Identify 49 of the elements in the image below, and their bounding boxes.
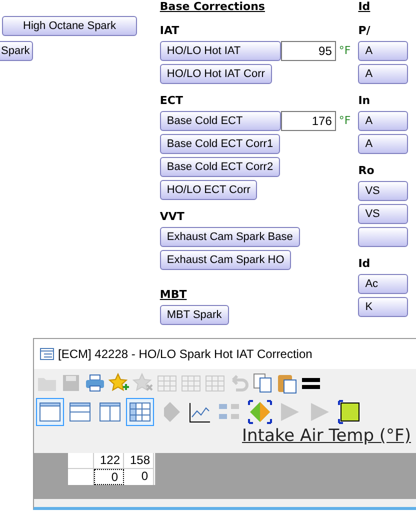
table-button[interactable]: MBT Spark xyxy=(160,305,229,325)
field-label-button[interactable]: Base Cold ECT xyxy=(160,111,281,131)
table-button[interactable]: A xyxy=(358,111,408,131)
group-heading: MBT xyxy=(160,288,188,302)
window-title: [ECM] 42228 - HO/LO Spark Hot IAT Correction xyxy=(58,346,312,363)
table-button[interactable]: Ac xyxy=(358,274,408,294)
section-heading: Id xyxy=(358,0,372,14)
value-field[interactable]: 176 xyxy=(280,111,336,131)
table-button[interactable]: Exhaust Cam Spark Base xyxy=(160,227,300,247)
table-button[interactable]: HO/LO ECT Corr xyxy=(160,180,258,200)
table-button[interactable]: VS xyxy=(358,181,408,201)
group-heading: In xyxy=(358,94,372,108)
axis-label: Intake Air Temp (°F) xyxy=(242,425,411,448)
table-button[interactable]: Base Cold ECT Corr2 xyxy=(160,157,280,177)
column-header: 158 xyxy=(124,453,154,469)
table-button[interactable]: Spark xyxy=(0,41,33,61)
table-button[interactable]: HO/LO Hot IAT Corr xyxy=(160,64,272,84)
corner-cell xyxy=(68,453,94,469)
value-field[interactable]: 95 xyxy=(280,41,336,61)
blank-button[interactable] xyxy=(358,227,408,247)
group-heading: P/ xyxy=(358,24,372,38)
table-button[interactable]: Exhaust Cam Spark HO xyxy=(160,250,292,270)
section-heading: Base Corrections xyxy=(160,0,266,14)
star-plus-icon[interactable] xyxy=(108,372,130,394)
table-button[interactable]: A xyxy=(358,41,408,61)
unit-label: °F xyxy=(338,42,351,59)
group-heading: Ro xyxy=(358,164,376,178)
color-diamond-icon[interactable] xyxy=(247,399,273,425)
group-heading: VVT xyxy=(160,210,186,224)
table-button[interactable]: A xyxy=(358,64,408,84)
group-heading: Id xyxy=(358,257,372,271)
copy-icon[interactable] xyxy=(252,372,274,394)
paste-icon[interactable] xyxy=(276,372,298,394)
field-label-button[interactable]: HO/LO Hot IAT xyxy=(160,41,281,61)
table-cell[interactable]: 0 xyxy=(94,469,124,485)
table-button[interactable]: Base Cold ECT Corr1 xyxy=(160,134,280,154)
table-button[interactable]: A xyxy=(358,134,408,154)
table-icon[interactable] xyxy=(127,399,153,425)
group-heading: IAT xyxy=(160,24,180,38)
table-cell[interactable]: 0 xyxy=(124,469,154,485)
printer-icon[interactable] xyxy=(84,372,106,394)
single-pane-icon[interactable] xyxy=(37,399,63,425)
column-header: 122 xyxy=(94,453,124,469)
table-button[interactable]: High Octane Spark xyxy=(2,16,137,36)
window-icon xyxy=(40,348,54,360)
unit-label: °F xyxy=(338,112,351,129)
table-button[interactable]: K xyxy=(358,297,408,317)
table-button[interactable]: VS xyxy=(358,204,408,224)
group-heading: ECT xyxy=(160,94,184,108)
